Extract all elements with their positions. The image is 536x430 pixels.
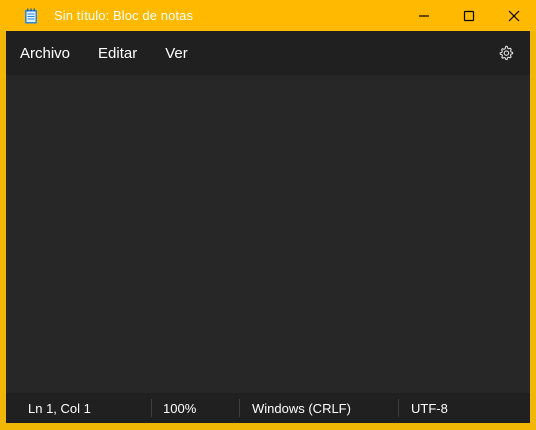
notepad-window: Sin título: Bloc de notas Archivo Editar… [0, 0, 536, 430]
gear-icon [499, 45, 514, 61]
encoding: UTF-8 [411, 400, 448, 416]
minimize-icon [418, 14, 429, 17]
status-bar: Ln 1, Col 1 100% Windows (CRLF) UTF-8 [6, 393, 530, 423]
zoom-level: 100% [152, 399, 240, 417]
menu-bar: Archivo Editar Ver [6, 31, 530, 75]
window-controls [401, 0, 536, 31]
line-ending: Windows (CRLF) [240, 399, 399, 417]
maximize-icon [463, 10, 474, 21]
close-button[interactable] [491, 0, 536, 31]
menu-ver[interactable]: Ver [151, 31, 202, 75]
window-bottom-border [0, 423, 536, 430]
settings-button[interactable] [491, 38, 521, 68]
cursor-position: Ln 1, Col 1 [6, 399, 152, 417]
text-editor[interactable] [6, 75, 530, 393]
window-title: Sin título: Bloc de notas [54, 8, 194, 23]
notepad-icon [23, 8, 39, 24]
menu-editar[interactable]: Editar [84, 31, 151, 75]
close-icon [508, 10, 519, 21]
minimize-button[interactable] [401, 0, 446, 31]
menu-archivo[interactable]: Archivo [6, 31, 84, 75]
maximize-button[interactable] [446, 0, 491, 31]
title-bar[interactable]: Sin título: Bloc de notas [0, 0, 536, 31]
